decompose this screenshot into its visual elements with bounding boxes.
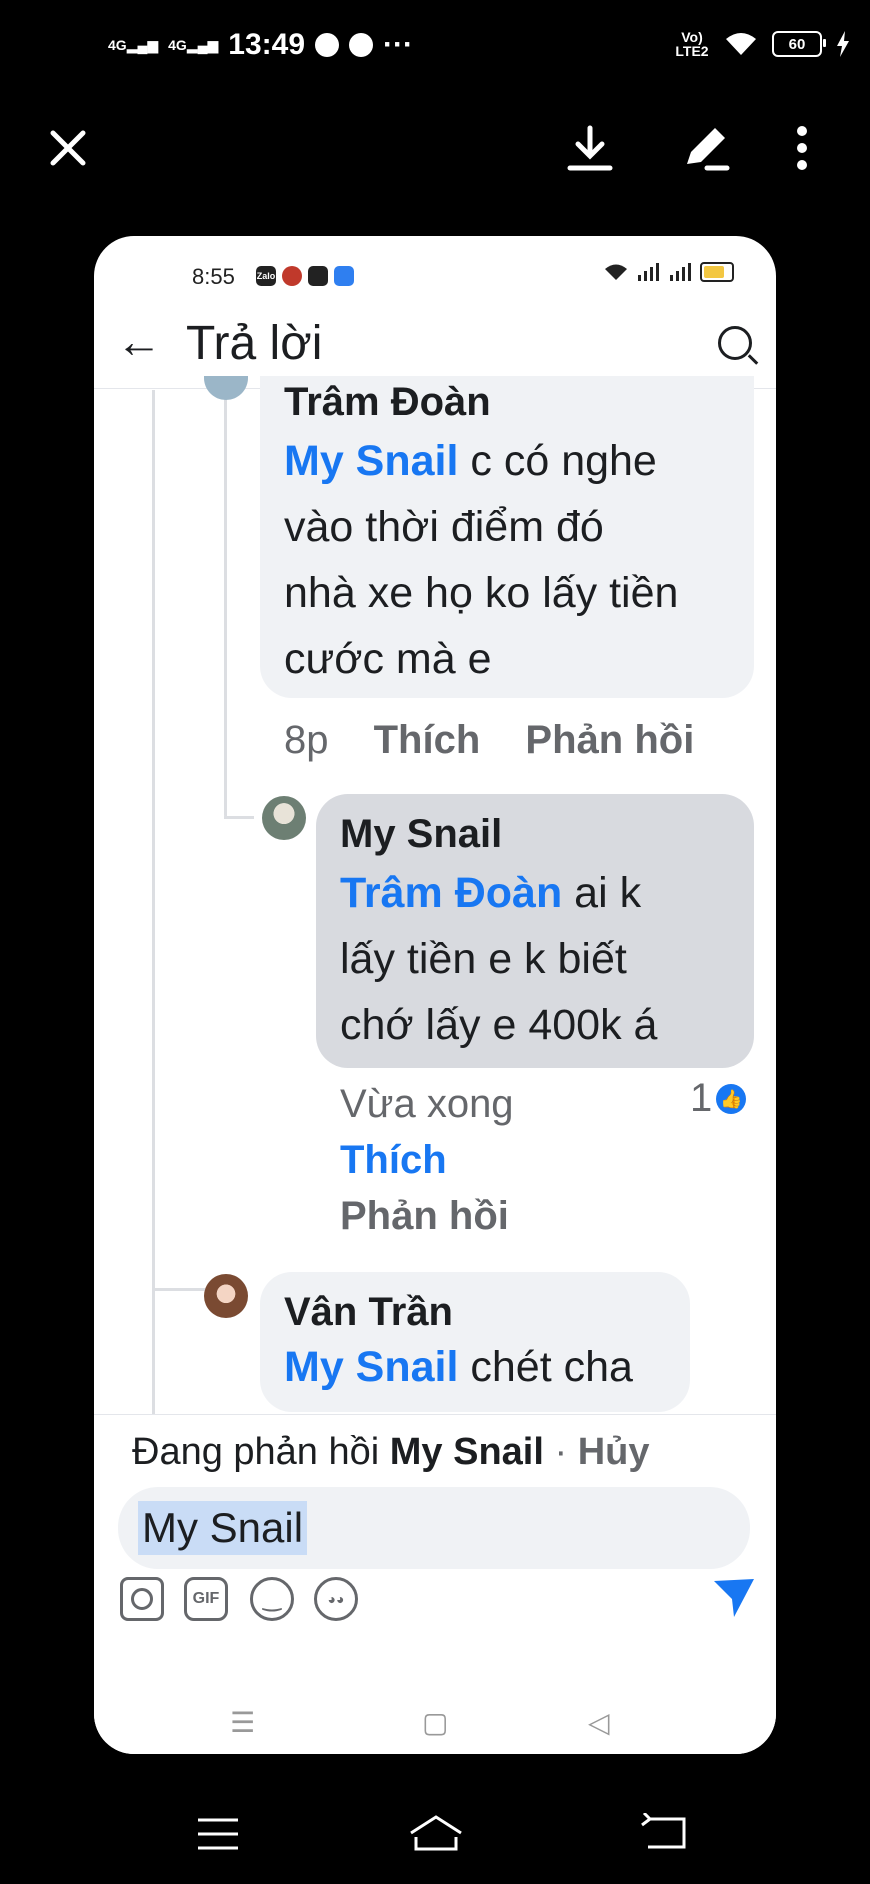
mention-link[interactable]: My Snail <box>284 1343 458 1391</box>
app-icon <box>334 266 354 286</box>
avatar[interactable] <box>204 1274 248 1318</box>
reaction-count: 1 👍 <box>690 1076 747 1121</box>
comment-input[interactable]: My Snail <box>118 1487 750 1569</box>
signal-indicator-1: 4G▂▄▆ <box>108 37 159 53</box>
back-button[interactable] <box>640 1811 688 1862</box>
comment-author[interactable]: My Snail <box>340 808 730 860</box>
charging-icon <box>837 31 849 57</box>
gif-icon[interactable]: GIF <box>184 1577 228 1621</box>
close-icon[interactable] <box>38 118 98 178</box>
replying-to-label: Đang phản hồi My Snail · Hủy <box>132 1431 650 1473</box>
comment-bubble: My Snail Trâm Đoàn ai k lấy tiền e k biế… <box>316 794 754 1068</box>
avatar-sticker-icon[interactable]: ◕◕ <box>314 1577 358 1621</box>
signal-icon <box>638 263 659 281</box>
avatar[interactable] <box>204 376 248 400</box>
mention-link[interactable]: My Snail <box>284 437 458 485</box>
like-button[interactable]: Thích <box>374 718 481 762</box>
signal-indicator-2: 4G▂▄▆ <box>168 37 219 53</box>
mention-link[interactable]: Trâm Đoàn <box>340 869 562 917</box>
comment-meta: 8p Thích Phản hồi <box>284 718 694 763</box>
search-icon[interactable] <box>718 326 752 360</box>
send-icon[interactable] <box>712 1575 756 1619</box>
comment-author[interactable]: Trâm Đoàn <box>284 376 730 428</box>
download-icon[interactable] <box>560 118 620 178</box>
comment-bubble: Trâm Đoàn My Snail c có nghe vào thời đi… <box>260 376 754 698</box>
app-icon <box>282 266 302 286</box>
comment-text: My Snail c có nghe vào thời điểm đó nhà … <box>284 437 679 683</box>
back-arrow-icon[interactable]: ← <box>116 314 162 368</box>
page-title: Trả lời <box>186 317 323 370</box>
avatar[interactable] <box>262 796 306 840</box>
more-vert-icon[interactable] <box>772 118 832 178</box>
thread-line <box>224 390 227 818</box>
battery-indicator: 60 <box>772 31 826 57</box>
inner-status-bar: 8:55 Zalo <box>94 236 776 306</box>
status-bar-right: Vo) LTE2 60 <box>674 30 850 58</box>
thread-line <box>224 816 254 819</box>
camera-icon[interactable] <box>120 1577 164 1621</box>
cancel-reply-button[interactable]: Hủy <box>578 1431 650 1473</box>
volte-indicator: Vo) LTE2 <box>675 29 709 59</box>
clock: 13:49 <box>228 28 306 61</box>
comment-author[interactable]: Vân Trần <box>284 1286 666 1338</box>
comment-text: My Snail chét cha <box>284 1343 633 1391</box>
signal-icon <box>670 263 691 281</box>
home-button[interactable] <box>408 1812 464 1862</box>
thread-line <box>152 390 155 1414</box>
comment-bubble: Vân Trần My Snail chét cha <box>260 1272 690 1412</box>
thread-line <box>152 1288 212 1291</box>
comment-text: Trâm Đoàn ai k lấy tiền e k biết chớ lấy… <box>340 869 658 1049</box>
like-reaction-icon: 👍 <box>716 1083 747 1114</box>
home-icon: ▢ <box>422 1707 449 1738</box>
wifi-icon <box>605 264 627 280</box>
screenshot-image: 8:55 Zalo ← Trả lời Trâm Đoàn My Snail c… <box>94 236 776 1754</box>
like-button[interactable]: Thích <box>340 1138 447 1183</box>
battery-icon <box>700 262 734 282</box>
emoji-icon[interactable]: ‿ <box>250 1577 294 1621</box>
comment-time: Vừa xong <box>340 1082 514 1126</box>
back-icon: ◁ <box>588 1707 610 1738</box>
inner-notification-icons: Zalo <box>256 266 354 286</box>
menu-icon: ☰ <box>230 1707 256 1738</box>
messenger-icon <box>349 33 374 57</box>
shop-icon <box>308 266 328 286</box>
recents-button[interactable] <box>196 1812 240 1862</box>
inner-nav-bar: ☰ ▢ ◁ <box>94 1706 776 1746</box>
wifi-icon <box>726 33 756 55</box>
reply-button[interactable]: Phản hồi <box>340 1194 509 1239</box>
reply-composer: Đang phản hồi My Snail · Hủy My Snail GI… <box>94 1414 776 1754</box>
more-notifications: ··· <box>383 28 413 61</box>
inner-clock: 8:55 <box>192 264 235 289</box>
inner-status-right <box>604 262 734 282</box>
status-bar-left: 4G▂▄▆ 4G▂▄▆ 13:49 ··· <box>108 28 413 62</box>
replying-to-name: My Snail <box>389 1431 544 1473</box>
zalo-icon: Zalo <box>256 266 276 286</box>
comment-time: 8p <box>284 718 329 762</box>
reply-button[interactable]: Phản hồi <box>525 718 694 762</box>
messenger-icon <box>315 33 340 57</box>
comment-input-value[interactable]: My Snail <box>138 1501 308 1555</box>
edit-icon[interactable] <box>676 118 736 178</box>
